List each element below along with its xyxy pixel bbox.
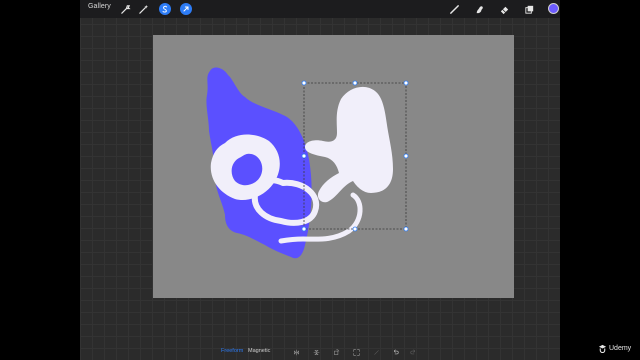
wrench-icon[interactable] xyxy=(118,2,132,16)
eraser-icon[interactable] xyxy=(497,2,511,16)
smudge-icon[interactable] xyxy=(472,2,486,16)
transform-handle[interactable] xyxy=(301,226,307,232)
fit-to-screen-icon[interactable] xyxy=(351,347,361,357)
transform-handle[interactable] xyxy=(403,153,409,159)
transform-toolbar: Freeform Magnetic xyxy=(218,346,418,358)
selection-icon[interactable] xyxy=(159,3,171,15)
udemy-watermark: Udemy xyxy=(598,341,631,355)
letterbox-right xyxy=(560,0,640,360)
magnetic-mode-button[interactable]: Magnetic xyxy=(248,348,270,354)
transform-handle[interactable] xyxy=(301,80,307,86)
interpolation-icon[interactable] xyxy=(371,347,381,357)
artwork xyxy=(206,67,409,259)
top-toolbar: Gallery xyxy=(80,0,560,18)
magic-wand-icon[interactable] xyxy=(136,2,150,16)
transform-handle[interactable] xyxy=(352,80,358,86)
flip-vertical-icon[interactable] xyxy=(311,347,321,357)
udemy-logo-icon xyxy=(598,344,607,353)
transform-handle[interactable] xyxy=(301,153,307,159)
redo-icon[interactable] xyxy=(408,347,418,357)
white-figure-shape xyxy=(305,86,393,203)
transform-arrow-icon[interactable] xyxy=(180,3,192,15)
transform-handle[interactable] xyxy=(403,226,409,232)
letterbox-left xyxy=(0,0,80,360)
transform-handle[interactable] xyxy=(403,80,409,86)
watermark-text: Udemy xyxy=(609,344,632,352)
procreate-workspace: Gallery Freeform Magnetic xyxy=(80,0,560,360)
transform-handle[interactable] xyxy=(352,226,358,232)
freeform-mode-button[interactable]: Freeform xyxy=(221,348,243,354)
layers-icon[interactable] xyxy=(522,2,536,16)
gallery-button[interactable]: Gallery xyxy=(88,3,111,10)
brush-icon[interactable] xyxy=(447,2,461,16)
color-picker-button[interactable] xyxy=(548,3,559,14)
undo-icon[interactable] xyxy=(390,347,400,357)
flip-horizontal-icon[interactable] xyxy=(291,347,301,357)
drawing-canvas[interactable] xyxy=(153,35,514,298)
rotate-icon[interactable] xyxy=(331,347,341,357)
